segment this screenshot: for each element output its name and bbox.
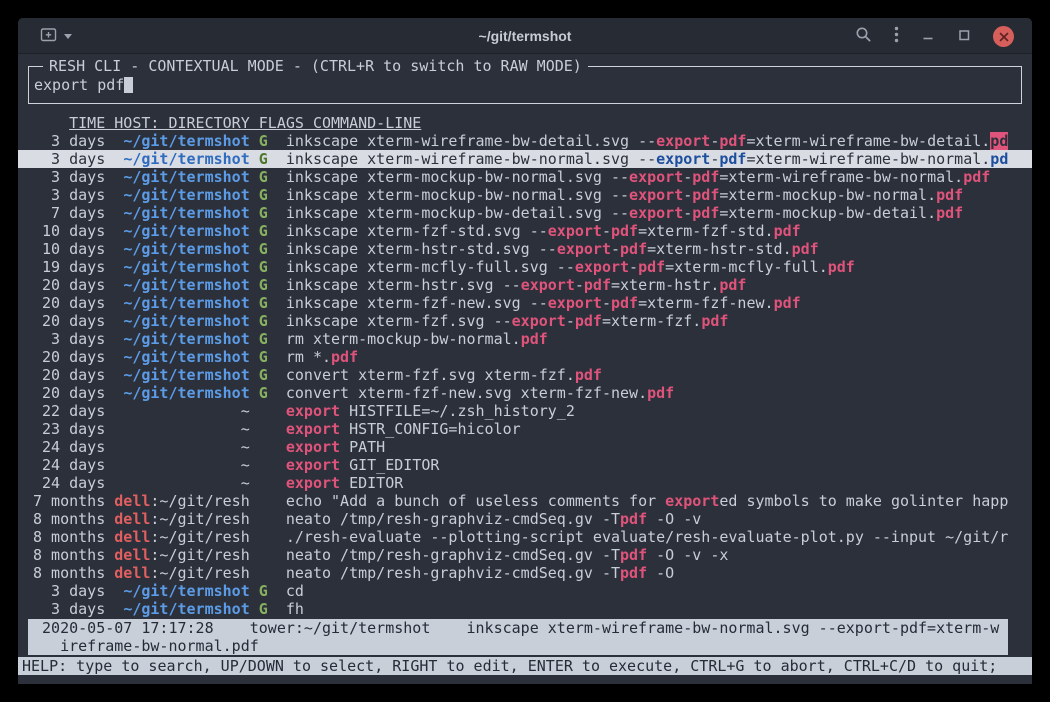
history-row[interactable]: 3 days ~/git/termshot G cd [28,582,1022,600]
terminal-window: ~/git/termshot [18,18,1032,684]
history-row[interactable]: 8 months dell:~/git/resh neato /tmp/resh… [28,510,1022,528]
help-bar: HELP: type to search, UP/DOWN to select,… [18,657,1032,675]
search-input-line[interactable]: export pdf [29,76,1021,94]
history-row[interactable]: 10 days ~/git/termshot G inkscape xterm-… [28,240,1022,258]
history-row[interactable]: 20 days ~/git/termshot G convert xterm-f… [28,366,1022,384]
history-row[interactable]: 7 months dell:~/git/resh echo "Add a bun… [28,492,1022,510]
history-row[interactable]: 19 days ~/git/termshot G inkscape xterm-… [28,258,1022,276]
history-row[interactable]: 8 months dell:~/git/resh ./resh-evaluate… [28,528,1022,546]
status-line-2: ireframe-bw-normal.pdf [28,637,1008,655]
close-icon [999,27,1009,46]
history-row[interactable]: 20 days ~/git/termshot G inkscape xterm-… [28,312,1022,330]
new-tab-button[interactable] [40,27,57,46]
kebab-menu-icon [894,26,899,47]
history-row[interactable]: 24 days ~ export PATH [28,438,1022,456]
history-row[interactable]: 8 months dell:~/git/resh neato /tmp/resh… [28,564,1022,582]
restore-icon [957,27,971,46]
menu-button[interactable] [894,26,899,47]
history-row[interactable]: 24 days ~ export GIT_EDITOR [28,456,1022,474]
history-row[interactable]: 3 days ~/git/termshot G inkscape xterm-w… [18,150,1032,168]
minimize-button[interactable] [921,27,935,46]
history-row[interactable]: 3 days ~/git/termshot G inkscape xterm-m… [28,186,1022,204]
restore-button[interactable] [957,27,971,46]
new-tab-dropdown-button[interactable] [64,34,72,39]
search-icon [855,26,872,47]
new-tab-icon [40,27,57,46]
search-button[interactable] [855,26,872,47]
history-row[interactable]: 8 months dell:~/git/resh neato /tmp/resh… [28,546,1022,564]
history-row[interactable]: 3 days ~/git/termshot G inkscape xterm-w… [28,132,1022,150]
history-rows: 3 days ~/git/termshot G inkscape xterm-w… [28,132,1022,618]
history-row[interactable]: 22 days ~ export HISTFILE=~/.zsh_history… [28,402,1022,420]
history-row[interactable]: 24 days ~ export EDITOR [28,474,1022,492]
history-row[interactable]: 20 days ~/git/termshot G convert xterm-f… [28,384,1022,402]
minimize-icon [921,27,935,46]
history-row[interactable]: 3 days ~/git/termshot G inkscape xterm-m… [28,168,1022,186]
history-row[interactable]: 3 days ~/git/termshot G rm xterm-mockup-… [28,330,1022,348]
history-row[interactable]: 20 days ~/git/termshot G inkscape xterm-… [28,294,1022,312]
history-row[interactable]: 3 days ~/git/termshot G fh [28,600,1022,618]
status-line-1: 2020-05-07 17:17:28 tower:~/git/termshot… [28,619,1008,637]
text-cursor [124,77,133,93]
history-row[interactable]: 20 days ~/git/termshot G rm *.pdf [28,348,1022,366]
history-row[interactable]: 20 days ~/git/termshot G inkscape xterm-… [28,276,1022,294]
terminal-content: RESH CLI - CONTEXTUAL MODE - (CTRL+R to … [18,54,1032,675]
search-query: export pdf [34,76,124,94]
history-row[interactable]: 10 days ~/git/termshot G inkscape xterm-… [28,222,1022,240]
status-bar: 2020-05-07 17:17:28 tower:~/git/termshot… [28,619,1008,655]
chevron-down-icon [64,34,72,39]
history-row[interactable]: 7 days ~/git/termshot G inkscape xterm-m… [28,204,1022,222]
search-box-title: RESH CLI - CONTEXTUAL MODE - (CTRL+R to … [43,57,588,75]
close-button[interactable] [993,26,1014,47]
titlebar: ~/git/termshot [18,18,1032,54]
history-header: TIME HOST: DIRECTORY FLAGS COMMAND-LINE [28,114,1022,132]
history-row[interactable]: 23 days ~ export HSTR_CONFIG=hicolor [28,420,1022,438]
search-box: RESH CLI - CONTEXTUAL MODE - (CTRL+R to … [28,66,1022,104]
